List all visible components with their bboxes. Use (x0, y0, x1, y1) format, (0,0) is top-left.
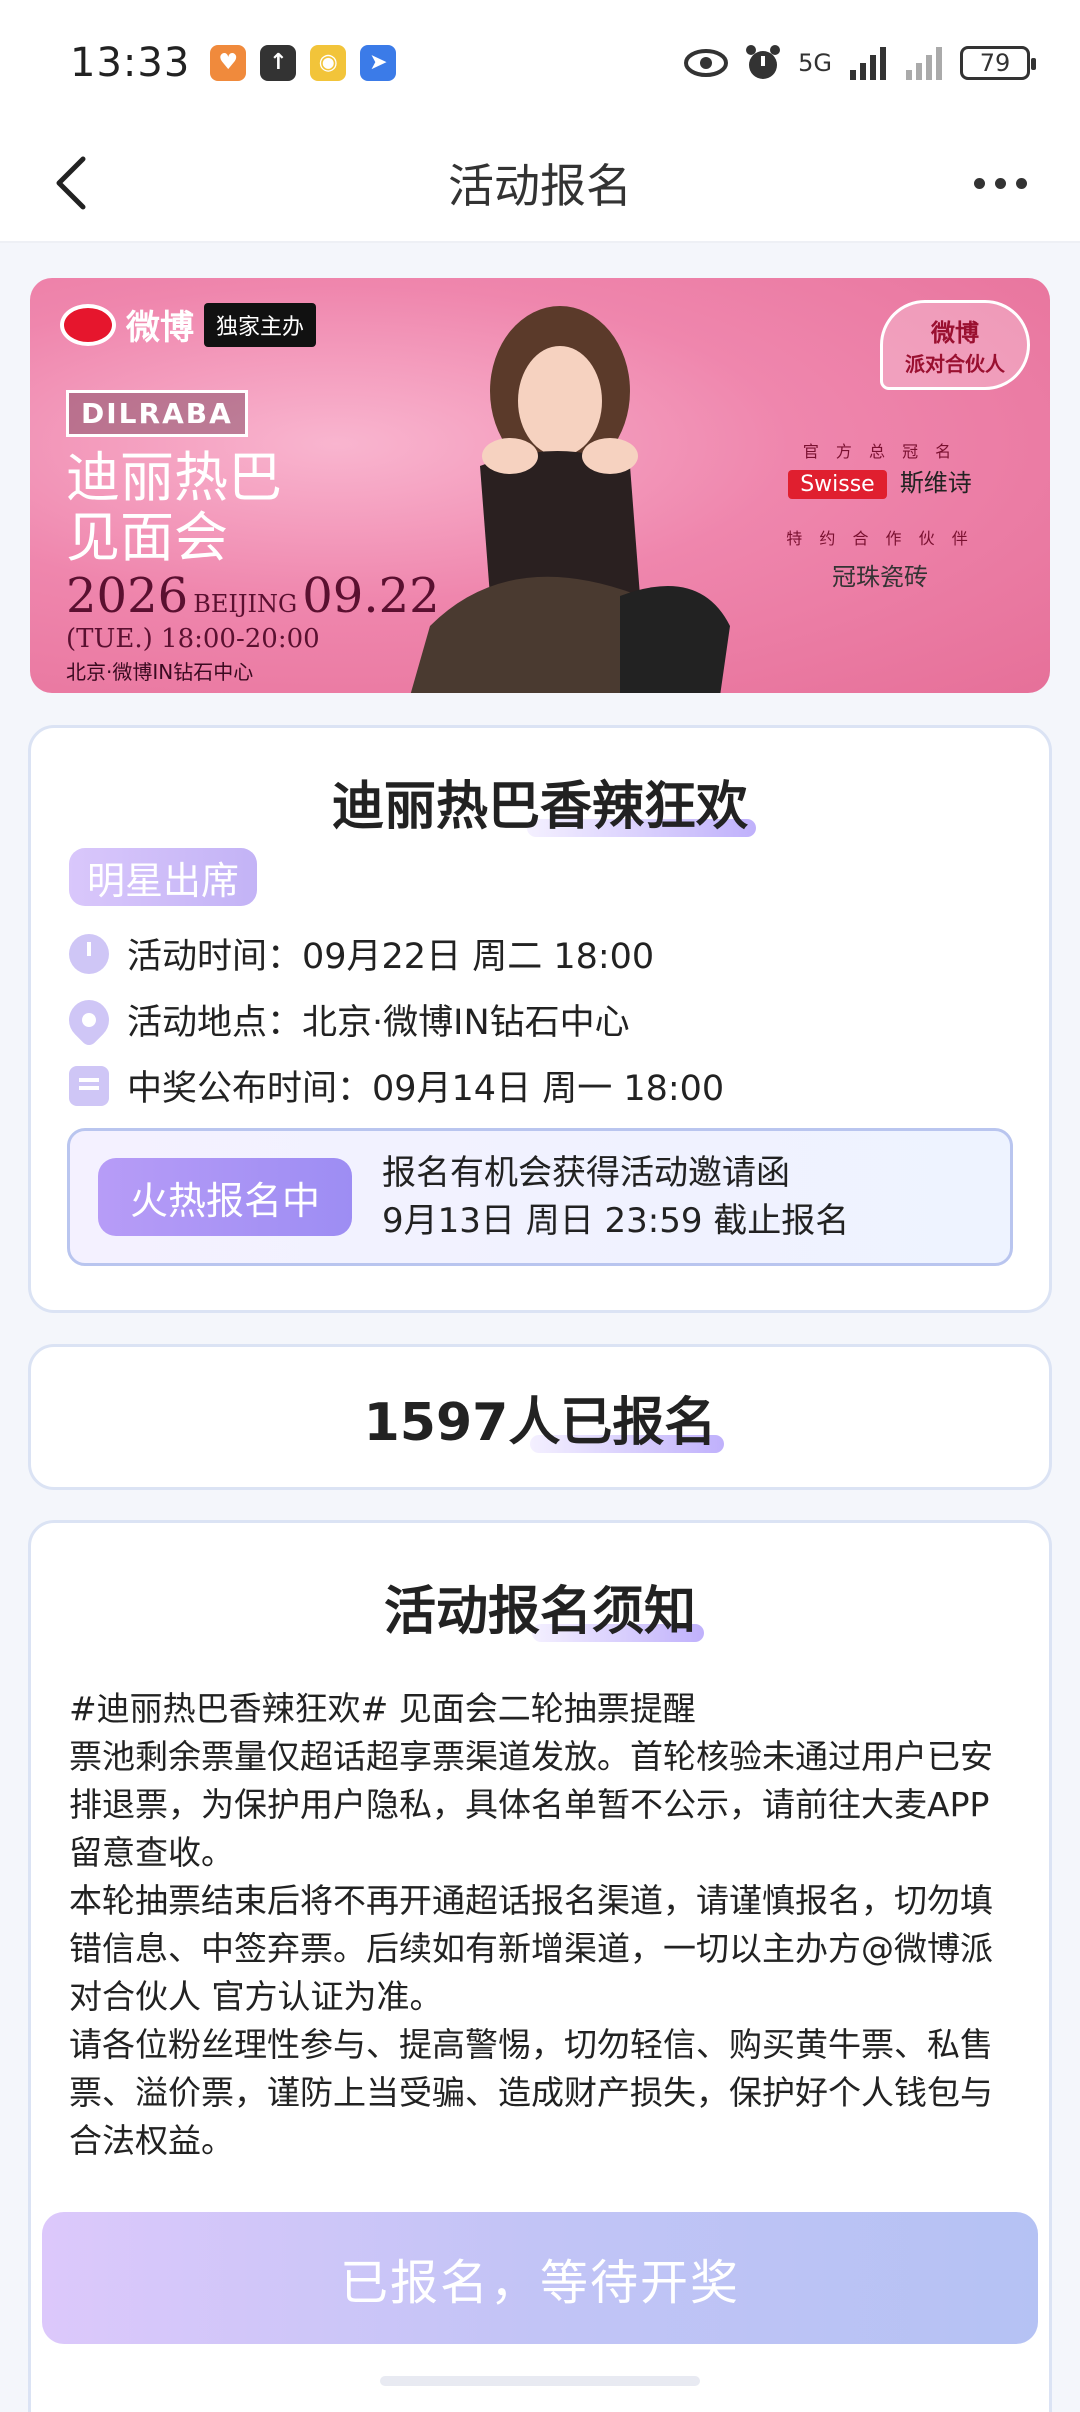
home-indicator[interactable] (380, 2376, 700, 2386)
bird-app-icon: ➤ (360, 44, 397, 81)
event-place-row: 活动地点：北京·微博IN钻石中心 (60, 991, 630, 1048)
banner-title: 迪丽热巴 见面会 (66, 448, 282, 568)
badge-line2: 派对合伙人 (905, 352, 1005, 376)
notice-paragraph-4: 请各位粉丝理性参与、提高警惕，切勿轻信、购买黄牛票、私售票、溢价票，谨防上当受骗… (69, 2025, 993, 2160)
notice-paragraph-1: #迪丽热巴香辣狂欢# 见面会二轮抽票提醒 (69, 1689, 696, 1728)
notification-icons: ♥ ↑ ◉ ➤ (210, 44, 397, 81)
signup-deadline: 9月13日 周日 23:59 截止报名 (382, 1201, 850, 1241)
result-time: 中奖公布时间：09月14日 周一 18:00 (127, 1069, 725, 1109)
signup-status-box: 火热报名中 报名有机会获得活动邀请函 9月13日 周日 23:59 截止报名 (67, 1128, 1013, 1266)
banner-title-line2: 见面会 (66, 506, 228, 569)
event-time: 活动时间：09月22日 周二 18:00 (127, 937, 655, 977)
notice-title-row: 活动报名须知 (31, 1569, 1049, 1644)
clock-icon (69, 933, 109, 974)
location-pin-icon (60, 991, 118, 1048)
weibo-logo-text: 微博 (126, 308, 194, 348)
result-time-row: 中奖公布时间：09月14日 周一 18:00 (69, 1060, 724, 1111)
registration-count-card: 1597人已报名 (28, 1344, 1052, 1490)
signup-info: 报名有机会获得活动邀请函 9月13日 周日 23:59 截止报名 (382, 1149, 849, 1245)
signal-5g-icon: 5G (798, 48, 832, 77)
list-icon (69, 1065, 109, 1106)
status-time: 13:33 (70, 39, 191, 86)
banner-time: (TUE.) 18:00-20:00 (66, 624, 320, 654)
registered-waiting-button[interactable]: 已报名，等待开奖 (42, 2212, 1038, 2344)
signup-info-line1: 报名有机会获得活动邀请函 (382, 1153, 790, 1193)
app-notification-icon: ♥ (210, 44, 247, 81)
badge-line1: 微博 (931, 319, 979, 347)
upload-icon: ↑ (260, 44, 297, 81)
notice-paragraph-2: 票池剩余票量仅超话超享票渠道发放。首轮核验未通过用户已安排退票，为保护用户隐私，… (69, 1737, 993, 1872)
event-title: 迪丽热巴香辣狂欢 (332, 764, 757, 839)
signal-bars-off-icon (906, 46, 942, 80)
partner-caption: 特 约 合 作 伙 伴 (786, 529, 974, 548)
more-button[interactable] (960, 153, 1040, 213)
sponsor-caption: 官 方 总 冠 名 (802, 442, 958, 461)
signal-bars-icon (850, 46, 886, 80)
exclusive-tag: 独家主办 (204, 302, 317, 347)
weibo-logo-icon (60, 303, 116, 346)
weibo-icon: ◉ (310, 44, 347, 81)
banner-weibo-logo: 微博 独家主办 (60, 300, 317, 349)
banner-city: BEIJING (193, 590, 298, 618)
registration-count-wrap: 1597人已报名 (364, 1380, 725, 1455)
chevron-left-icon (56, 156, 86, 210)
event-banner[interactable]: 微博 独家主办 DILRABA 迪丽热巴 见面会 2026 BEIJING 09… (30, 278, 1050, 693)
notice-title: 活动报名须知 (384, 1569, 705, 1644)
party-partner-badge: 微博 派对合伙人 (880, 300, 1030, 390)
banner-year: 2026 (66, 568, 189, 624)
banner-date: 2026 BEIJING 09.22 (TUE.) 18:00-20:00 (66, 568, 440, 654)
more-dot (1015, 177, 1027, 189)
nav-bar: 活动报名 (0, 125, 1080, 243)
banner-title-line1: 迪丽热巴 (66, 446, 282, 509)
back-button[interactable] (40, 153, 100, 213)
event-info-card: 迪丽热巴香辣狂欢 明星出席 活动时间：09月22日 周二 18:00 活动地点：… (28, 725, 1052, 1313)
notice-body: #迪丽热巴香辣狂欢# 见面会二轮抽票提醒 票池剩余票量仅超话超享票渠道发放。首轮… (69, 1685, 1019, 2165)
more-dots-icon (973, 177, 985, 189)
event-place: 活动地点：北京·微博IN钻石中心 (127, 1003, 630, 1043)
more-dot (994, 177, 1006, 189)
dilraba-tag: DILRABA (66, 390, 248, 437)
event-title-row: 迪丽热巴香辣狂欢 (31, 764, 1049, 839)
eye-icon (684, 48, 729, 77)
registration-count: 1597人已报名 (364, 1380, 725, 1455)
star-photo (410, 306, 730, 693)
banner-sponsors: 官 方 总 冠 名 Swisse 斯维诗 特 约 合 作 伙 伴 冠珠瓷砖 (770, 438, 990, 592)
battery-level: 79 (979, 48, 1011, 77)
status-right: 5G 79 (684, 44, 1036, 82)
notice-paragraph-3: 本轮抽票结束后将不再开通超话报名渠道，请谨慎报名，切勿填错信息、中签弃票。后续如… (69, 1881, 993, 2016)
event-time-row: 活动时间：09月22日 周二 18:00 (69, 928, 654, 979)
battery-icon: 79 (960, 45, 1036, 80)
hot-signup-button[interactable]: 火热报名中 (98, 1158, 352, 1236)
swisse-cn: 斯维诗 (899, 469, 972, 497)
banner-location: 北京·微博IN钻石中心 (66, 660, 254, 684)
partner-logo: 冠珠瓷砖 (832, 563, 928, 591)
alarm-icon (746, 44, 781, 79)
swisse-logo: Swisse (788, 470, 887, 499)
status-bar: 13:33 ♥ ↑ ◉ ➤ 5G 79 (0, 0, 1080, 125)
star-attending-tag: 明星出席 (69, 848, 258, 906)
page-title: 活动报名 (448, 159, 632, 213)
